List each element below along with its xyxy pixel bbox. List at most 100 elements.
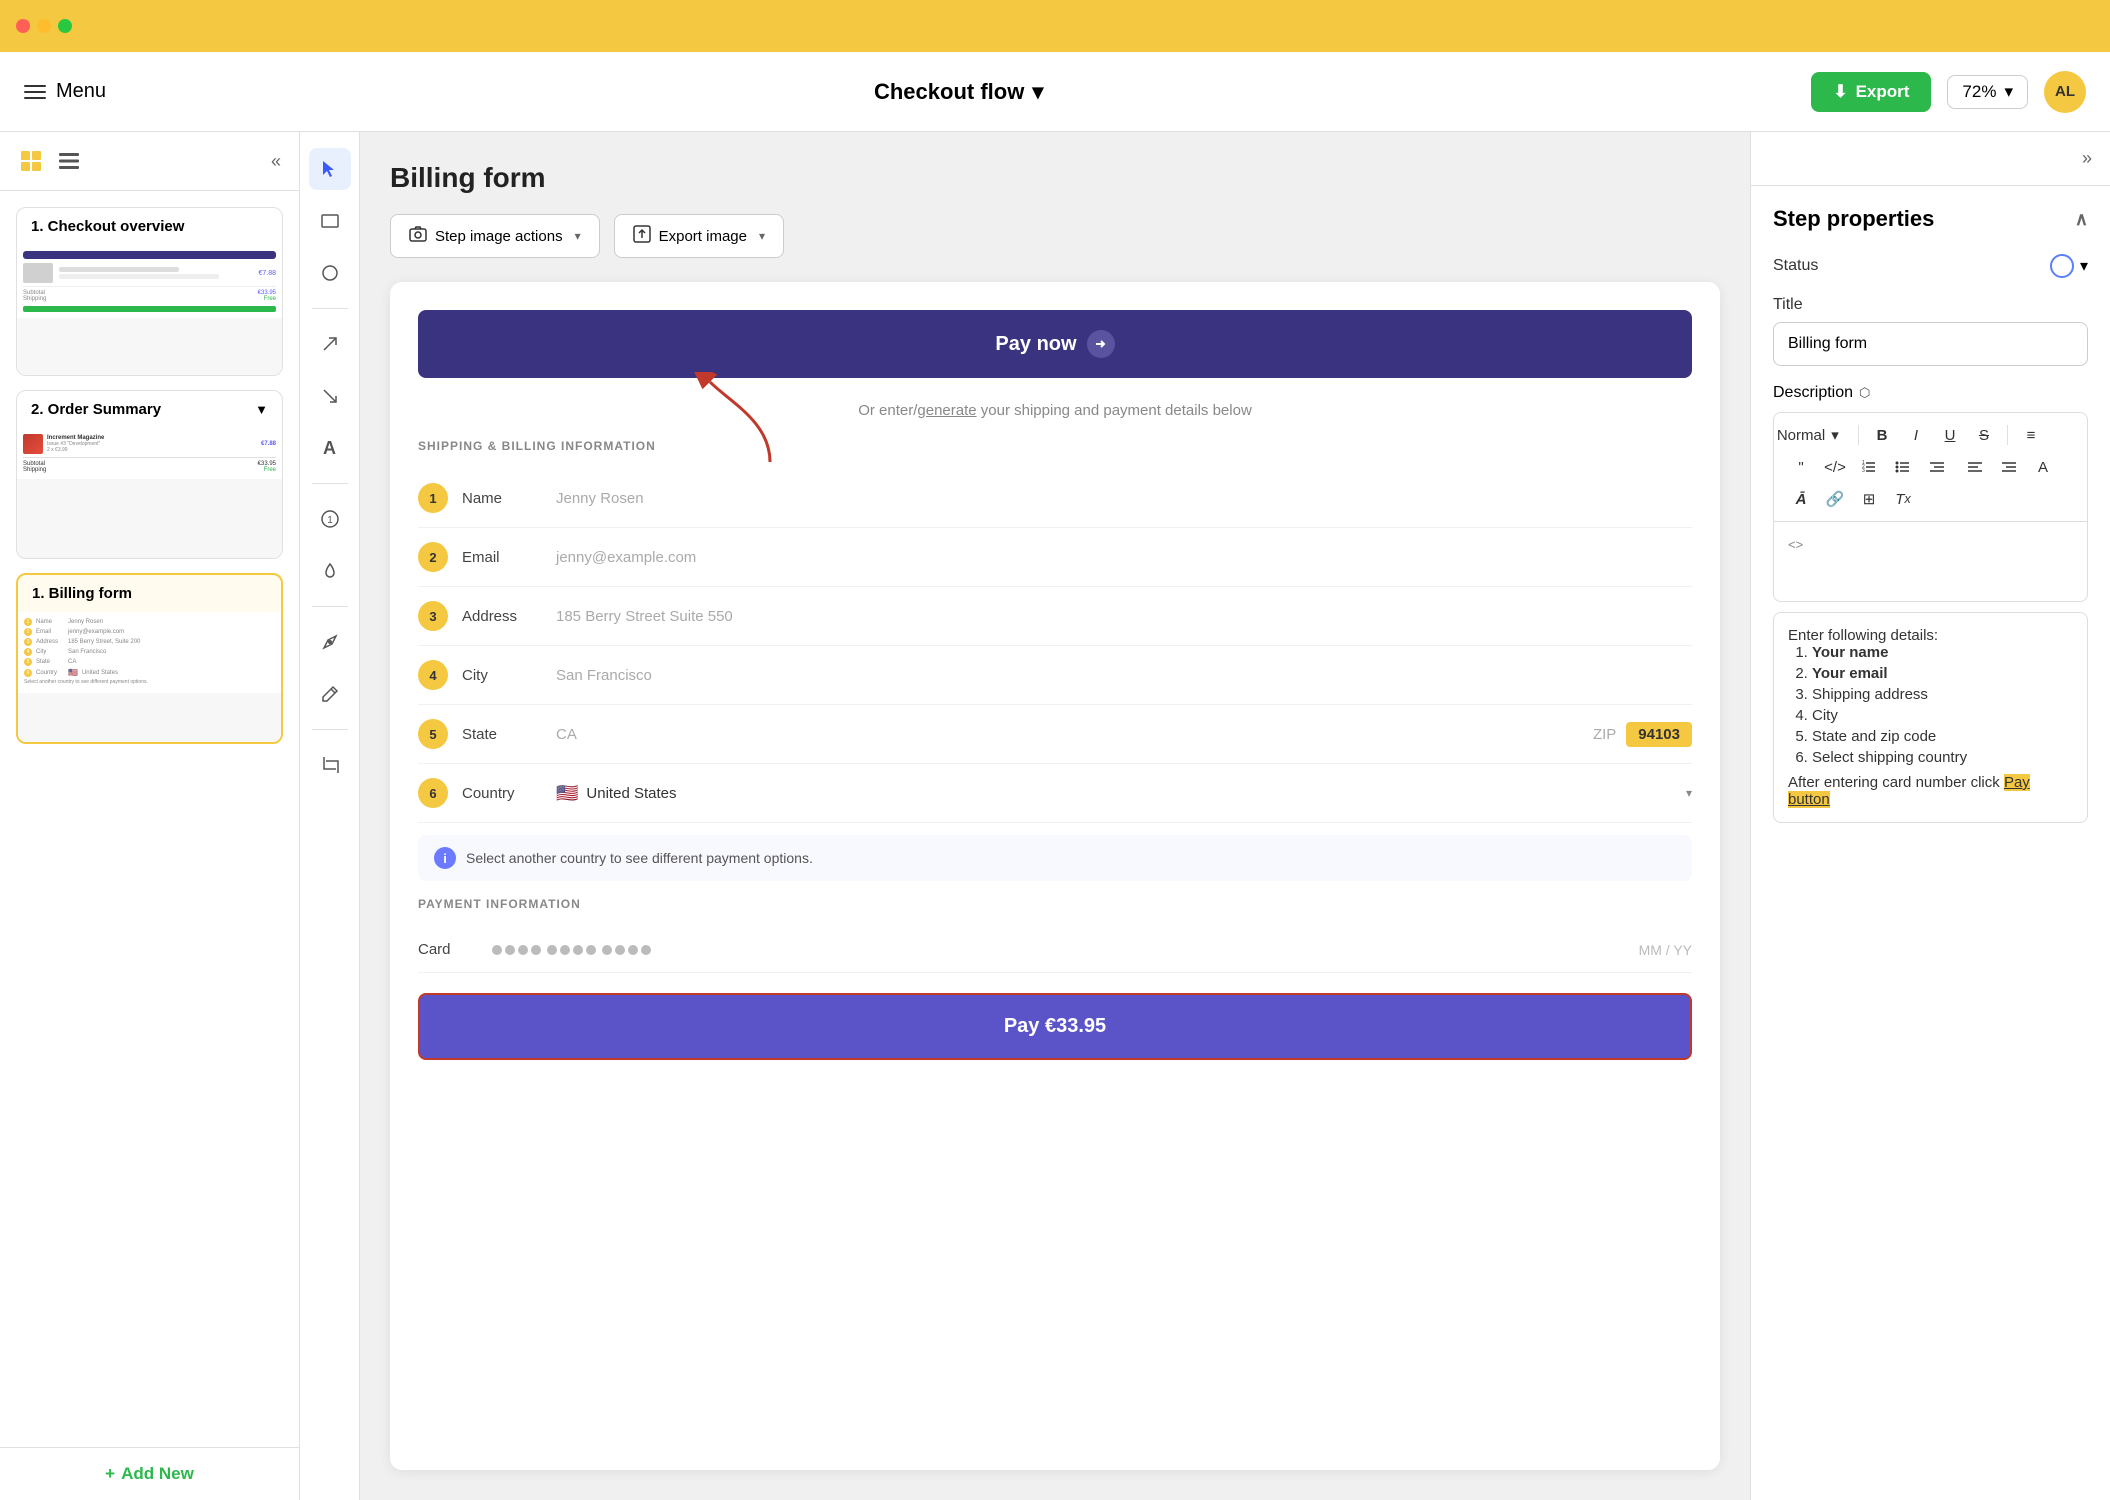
field-num-1: 1 xyxy=(418,483,448,513)
pen-tool[interactable] xyxy=(309,621,351,663)
info-note: i Select another country to see differen… xyxy=(418,835,1692,881)
avatar-initials: AL xyxy=(2055,83,2075,100)
minimize-button[interactable] xyxy=(37,19,51,33)
code-button[interactable]: </> xyxy=(1820,453,1850,481)
underline-button[interactable]: U xyxy=(1935,421,1965,449)
diagonal-tool[interactable] xyxy=(309,375,351,417)
format-normal[interactable]: Normal xyxy=(1786,421,1816,449)
export-image-button[interactable]: Export image ▾ xyxy=(614,214,784,258)
header-center: Checkout flow ▾ xyxy=(122,79,1795,105)
numbered-tool[interactable]: 1 xyxy=(309,498,351,540)
pay-now-button[interactable]: Pay now xyxy=(418,310,1692,378)
export-image-label: Export image xyxy=(659,228,747,245)
export-button[interactable]: ⬇ Export xyxy=(1811,72,1931,112)
description-text: Description xyxy=(1773,384,1853,402)
menu-button[interactable]: Menu xyxy=(24,80,106,103)
unordered-list-button[interactable] xyxy=(1888,453,1918,481)
field-num-5: 5 xyxy=(418,719,448,749)
pay-btn-label: Pay €33.95 xyxy=(1004,1015,1106,1037)
font-color-button[interactable]: A xyxy=(2028,453,2058,481)
header-right: ⬇ Export 72% ▾ AL xyxy=(1811,71,2086,113)
field-value-name[interactable]: Jenny Rosen xyxy=(556,490,1692,507)
chevron-down-icon: ▾ xyxy=(1032,79,1043,105)
country-dropdown-icon: ▾ xyxy=(1686,786,1692,800)
format-dropdown[interactable]: ▾ xyxy=(1820,421,1850,449)
ordered-list-button[interactable]: 123 xyxy=(1854,453,1884,481)
step-card-1[interactable]: 1. Checkout overview €7.88 xyxy=(16,207,283,376)
crop-tool[interactable] xyxy=(309,744,351,786)
add-new-button[interactable]: + Add New xyxy=(105,1464,194,1484)
pay-main-button[interactable]: Pay €33.95 xyxy=(418,993,1692,1060)
country-selector[interactable]: 🇺🇸 United States ▾ xyxy=(556,783,1692,804)
tool-divider-1 xyxy=(312,308,348,309)
step-properties-title: Step properties ∧ xyxy=(1773,206,2088,232)
city-field: 4 City San Francisco xyxy=(418,646,1692,705)
list-view-button[interactable] xyxy=(56,148,82,174)
table-button[interactable]: ⊞ xyxy=(1854,485,1884,513)
hamburger-icon xyxy=(24,85,46,99)
external-link-icon[interactable]: ⬡ xyxy=(1859,385,1870,401)
desc-after-label: After entering card number click xyxy=(1788,774,2004,791)
clear-format-button[interactable]: Tx xyxy=(1888,485,1918,513)
step-card-2[interactable]: 2. Order Summary ▼ Increment Magazine Is… xyxy=(16,390,283,559)
arrow-tool[interactable] xyxy=(309,323,351,365)
info-icon: i xyxy=(434,847,456,869)
or-divider: Or enter/generate your shipping and paym… xyxy=(418,402,1692,419)
indent-button[interactable] xyxy=(1922,453,1952,481)
card-number-dots[interactable] xyxy=(492,945,1625,955)
field-num-4: 4 xyxy=(418,660,448,690)
pay-now-icon xyxy=(1087,330,1115,358)
zoom-control[interactable]: 72% ▾ xyxy=(1947,75,2028,109)
status-label: Status xyxy=(1773,257,1818,275)
align-right-button[interactable] xyxy=(1994,453,2024,481)
expand-icon[interactable]: » xyxy=(2082,148,2092,169)
avatar[interactable]: AL xyxy=(2044,71,2086,113)
grid-view-button[interactable] xyxy=(18,148,44,174)
generate-link[interactable]: generate xyxy=(917,402,976,419)
field-num-3: 3 xyxy=(418,601,448,631)
field-value-address[interactable]: 185 Berry Street Suite 550 xyxy=(556,608,1692,625)
status-row: Status ▾ xyxy=(1773,254,2088,278)
tools-panel: A 1 xyxy=(300,132,360,1500)
bold-button[interactable]: B xyxy=(1867,421,1897,449)
right-panel-header: » xyxy=(1751,132,2110,186)
outdent-button[interactable] xyxy=(1960,453,1990,481)
highlight-button[interactable]: Ā xyxy=(1786,485,1816,513)
project-title[interactable]: Checkout flow ▾ xyxy=(874,79,1043,105)
link-button[interactable]: 🔗 xyxy=(1820,485,1850,513)
desc-after-text: After entering card number click Pay but… xyxy=(1788,774,2073,808)
maximize-button[interactable] xyxy=(58,19,72,33)
text-tool[interactable]: A xyxy=(309,427,351,469)
field-value-city[interactable]: San Francisco xyxy=(556,667,1692,684)
droplet-tool[interactable] xyxy=(309,550,351,592)
status-chevron-icon: ▾ xyxy=(2080,256,2088,276)
collapse-arrow-icon[interactable]: ∧ xyxy=(2075,209,2088,230)
desc-toolbar: Normal ▾ B I U S ≡ " </> 123 xyxy=(1773,412,2088,522)
list-item-5: State and zip code xyxy=(1812,728,2073,745)
name-field: 1 Name Jenny Rosen xyxy=(418,469,1692,528)
desc-editor-content: <> xyxy=(1773,522,2088,602)
step-image-actions-button[interactable]: Step image actions ▾ xyxy=(390,214,600,258)
pencil-tool[interactable] xyxy=(309,673,351,715)
rectangle-tool[interactable] xyxy=(309,200,351,242)
ellipse-tool[interactable] xyxy=(309,252,351,294)
field-value-state[interactable]: CA xyxy=(556,726,1579,743)
step-card-3[interactable]: 1. Billing form 1NameJenny Rosen 2Emailj… xyxy=(16,573,283,744)
step-image-actions-label: Step image actions xyxy=(435,228,563,245)
field-value-email[interactable]: jenny@example.com xyxy=(556,549,1692,566)
sidebar-collapse-button[interactable]: « xyxy=(271,151,281,172)
select-tool[interactable] xyxy=(309,148,351,190)
italic-button[interactable]: I xyxy=(1901,421,1931,449)
close-button[interactable] xyxy=(16,19,30,33)
status-dropdown[interactable]: ▾ xyxy=(2050,254,2088,278)
canvas-title: Billing form xyxy=(390,162,1720,194)
zip-label: ZIP xyxy=(1593,726,1616,743)
align-left-button[interactable]: ≡ xyxy=(2016,421,2046,449)
email-field: 2 Email jenny@example.com xyxy=(418,528,1692,587)
country-name: United States xyxy=(586,785,676,802)
strikethrough-button[interactable]: S xyxy=(1969,421,1999,449)
field-zip-value[interactable]: 94103 xyxy=(1626,722,1692,747)
blockquote-button[interactable]: " xyxy=(1786,453,1816,481)
title-input[interactable] xyxy=(1773,322,2088,366)
plus-icon: + xyxy=(105,1464,115,1484)
